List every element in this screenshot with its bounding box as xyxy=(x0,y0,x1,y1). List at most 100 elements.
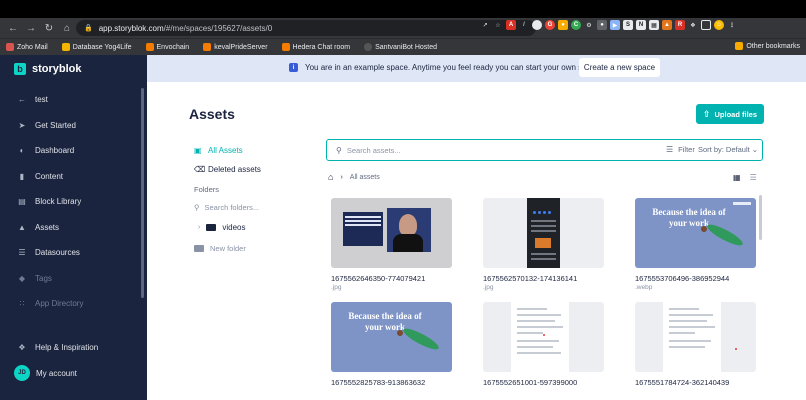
extension-red-icon[interactable]: R xyxy=(675,20,685,30)
extension-abp-icon[interactable]: A xyxy=(506,20,516,30)
profile-avatar-icon[interactable]: ☺ xyxy=(714,20,724,30)
bookmark-kevalprideserver[interactable]: kevalPrideServer xyxy=(203,43,268,51)
extension-dark-icon[interactable]: ● xyxy=(597,20,607,30)
create-space-button[interactable]: Create a new space xyxy=(579,58,660,77)
sidebar-item-help[interactable]: ❖ Help & Inspiration xyxy=(0,335,147,361)
new-folder-label: New folder xyxy=(210,244,246,253)
search-folders-input[interactable]: ⚲ Search folders... xyxy=(194,197,314,217)
upload-files-button[interactable]: ⇧ Upload files xyxy=(696,104,764,124)
sidebar-item-app-directory[interactable]: ∷ App Directory xyxy=(0,291,147,317)
bookmark-santvanibot[interactable]: SantvaniBot Hosted xyxy=(364,43,437,51)
other-bookmarks-label: Other bookmarks xyxy=(746,42,800,50)
envochain-icon xyxy=(145,43,154,51)
graphic-line xyxy=(517,320,555,322)
zoho-icon xyxy=(6,43,14,51)
asset-thumbnail: Because the idea of your work xyxy=(331,302,452,372)
sidebar-item-datasources[interactable]: ☰ Datasources xyxy=(0,240,147,266)
asset-card[interactable]: 1675551784724-362140439 xyxy=(635,302,756,387)
bookmark-envochain[interactable]: Envochain xyxy=(145,43,189,51)
graphic-dots xyxy=(533,211,536,214)
extension-green-icon[interactable]: C xyxy=(571,20,581,30)
bookmark-hedera[interactable]: Hedera Chat room xyxy=(281,43,350,51)
reload-icon[interactable]: ↻ xyxy=(40,19,58,37)
sidebar-scrollbar[interactable] xyxy=(141,88,144,298)
menu-dots-icon[interactable]: ⋮ xyxy=(727,20,737,30)
new-folder-button[interactable]: New folder xyxy=(194,238,314,259)
database-icon xyxy=(61,43,70,51)
other-bookmarks[interactable]: Other bookmarks xyxy=(735,42,800,50)
sidebar-item-my-account[interactable]: JD My account xyxy=(0,361,147,387)
extension-circle-icon[interactable] xyxy=(532,20,542,30)
folders-heading: Folders xyxy=(194,184,220,194)
extension-pen-icon[interactable]: / xyxy=(519,20,529,30)
asset-extension: .jpg xyxy=(483,284,494,291)
sidebar-back-to-space[interactable]: ← test xyxy=(0,87,147,113)
asset-filename: 1675553706496-386952944 xyxy=(635,274,730,283)
graphic-line xyxy=(517,340,559,342)
sidebar-item-label: Dashboard xyxy=(35,146,75,156)
asset-card[interactable]: 1675562570132-174136141 .jpg xyxy=(483,198,604,291)
bookmark-zoho-mail[interactable]: Zoho Mail xyxy=(6,43,48,51)
filter-button[interactable]: ☰ Filter xyxy=(657,145,695,154)
asset-filename: 1675552825783-913863632 xyxy=(331,378,426,387)
sidebar-item-label: Help & Inspiration xyxy=(35,343,99,353)
asset-card[interactable]: 1675562646350-774079421 .jpg xyxy=(331,198,452,291)
sort-label: Sort by: Default xyxy=(698,145,750,154)
sidebar: b storyblok ← test ➤ Get Started ◐ Dashboar… xyxy=(0,55,147,400)
sidebar-item-content[interactable]: ▮ Content xyxy=(0,164,147,190)
all-assets-link[interactable]: ▣ All Assets xyxy=(194,141,314,160)
sidebar-item-get-started[interactable]: ➤ Get Started xyxy=(0,113,147,139)
asset-card[interactable]: Because the idea of your work 1675553706… xyxy=(635,198,756,291)
asset-thumbnail xyxy=(483,302,604,372)
home-icon[interactable]: ⌂ xyxy=(328,172,333,182)
deleted-assets-link[interactable]: ⌫ Deleted assets xyxy=(194,160,314,179)
extension-g-icon[interactable]: G xyxy=(545,20,555,30)
extension-gear-icon[interactable]: ⚙ xyxy=(584,20,594,30)
extension-fox-icon[interactable]: ▲ xyxy=(662,20,672,30)
asset-card[interactable]: Because the idea of your work 1675552825… xyxy=(331,302,452,387)
brand-name: storyblok xyxy=(32,63,82,75)
asset-card[interactable]: 1675552651001-597399000 xyxy=(483,302,604,387)
sidebar-item-block-library[interactable]: ▤ Block Library xyxy=(0,189,147,215)
extension-video-icon[interactable]: ▶ xyxy=(610,20,620,30)
graphic-dot xyxy=(543,334,545,336)
home-icon[interactable]: ⌂ xyxy=(58,19,76,37)
graphic-dot xyxy=(735,348,737,350)
document-graphic xyxy=(511,302,569,372)
extension-lock-icon[interactable]: ● xyxy=(558,20,568,30)
sidebar-item-tags[interactable]: ◆ Tags xyxy=(0,266,147,292)
asset-thumbnail xyxy=(635,302,756,372)
search-input[interactable] xyxy=(346,145,637,155)
chevron-right-icon[interactable]: › xyxy=(198,224,200,231)
back-arrow-icon[interactable]: ← xyxy=(4,19,22,37)
extension-s-icon[interactable]: S xyxy=(623,20,633,30)
folder-plus-icon xyxy=(194,245,204,252)
forward-arrow-icon[interactable]: → xyxy=(22,19,40,37)
tag-icon: ◆ xyxy=(18,273,26,283)
asset-grid: 1675562646350-774079421 .jpg 16755625701… xyxy=(331,198,771,400)
folder-item[interactable]: › videos xyxy=(194,217,314,238)
bookmark-label: kevalPrideServer xyxy=(214,43,268,51)
assets-scrollbar[interactable] xyxy=(759,195,762,240)
sort-dropdown[interactable]: Sort by: Default ⌄ xyxy=(698,145,758,154)
breadcrumb-current: All assets xyxy=(349,173,380,181)
bookmark-database[interactable]: Database Yog4Life xyxy=(61,43,132,51)
list-view-icon[interactable]: ☰ xyxy=(750,173,757,182)
brand[interactable]: b storyblok xyxy=(14,63,82,75)
share-icon[interactable]: ↗ xyxy=(480,20,490,30)
graphic-line xyxy=(531,258,556,260)
address-bar[interactable]: 🔒 app.storyblok.com /#/me/spaces/195627/… xyxy=(76,20,536,36)
browser-toolbar: ← → ↻ ⌂ 🔒 app.storyblok.com /#/me/spaces… xyxy=(0,18,806,38)
graphic-line xyxy=(531,225,556,227)
extension-doc-icon[interactable]: ▦ xyxy=(649,20,659,30)
sidebar-item-label: Content xyxy=(35,171,64,181)
view-toggle: ▦ ☰ xyxy=(733,173,757,182)
sidebar-item-label: Assets xyxy=(35,222,60,232)
puzzle-icon[interactable]: ❖ xyxy=(688,20,698,30)
sidebar-item-assets[interactable]: ▲ Assets xyxy=(0,215,147,241)
star-icon[interactable]: ☆ xyxy=(493,20,503,30)
grid-view-icon[interactable]: ▦ xyxy=(733,173,741,182)
sidebar-item-dashboard[interactable]: ◐ Dashboard xyxy=(0,138,147,164)
extension-n-icon[interactable]: N xyxy=(636,20,646,30)
side-panel-icon[interactable] xyxy=(701,20,711,30)
